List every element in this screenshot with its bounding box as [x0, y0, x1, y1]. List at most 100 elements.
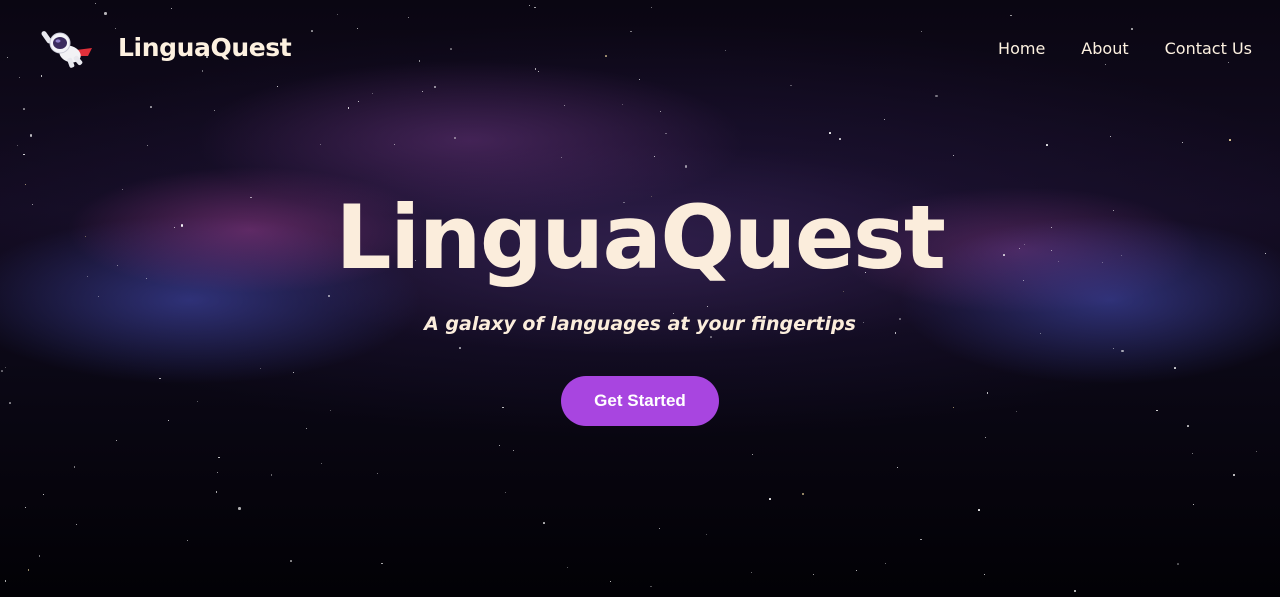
star: [665, 132, 667, 135]
star: [168, 420, 170, 422]
star: [953, 407, 955, 409]
star: [843, 291, 845, 293]
star: [319, 143, 322, 146]
nav-contact-link[interactable]: Contact Us: [1165, 39, 1252, 58]
star: [706, 533, 708, 535]
star: [358, 101, 360, 103]
star: [609, 580, 611, 582]
star: [459, 347, 461, 349]
star: [8, 402, 11, 405]
star: [293, 372, 295, 374]
star: [27, 568, 30, 571]
star: [453, 136, 457, 140]
star: [216, 472, 218, 473]
star: [1256, 450, 1258, 452]
star: [750, 572, 752, 574]
star: [884, 119, 886, 121]
star: [218, 456, 220, 459]
star: [769, 498, 772, 500]
star: [17, 145, 19, 147]
star: [306, 428, 308, 430]
astronaut-icon[interactable]: [38, 26, 92, 72]
star: [147, 144, 149, 146]
star: [43, 493, 45, 495]
star: [855, 569, 857, 571]
star: [24, 183, 26, 185]
star: [38, 555, 41, 557]
star: [150, 106, 152, 108]
star: [238, 507, 241, 510]
star: [985, 436, 987, 438]
star: [983, 574, 985, 576]
star: [381, 562, 383, 565]
hero-title: LinguaQuest: [335, 186, 947, 289]
star: [4, 580, 7, 582]
star: [542, 522, 545, 524]
star: [839, 138, 841, 140]
star: [566, 566, 569, 569]
star: [978, 509, 980, 511]
star: [1113, 348, 1115, 350]
star: [23, 153, 25, 156]
star: [829, 132, 831, 135]
star: [97, 295, 99, 297]
star: [290, 560, 292, 562]
hero-page: LinguaQuest Home About Contact Us Lingua…: [0, 0, 1280, 597]
star: [801, 492, 805, 496]
star: [320, 463, 322, 465]
star: [813, 573, 815, 575]
star: [1191, 452, 1194, 455]
star: [25, 507, 27, 509]
site-header: LinguaQuest Home About Contact Us: [0, 0, 1280, 100]
star: [502, 406, 504, 409]
star: [1232, 473, 1236, 477]
star: [1181, 141, 1184, 144]
star: [896, 466, 898, 468]
nav-home-link[interactable]: Home: [998, 39, 1045, 58]
star: [564, 104, 566, 106]
star: [186, 539, 188, 541]
star: [512, 450, 514, 452]
star: [215, 491, 218, 493]
star: [653, 155, 656, 158]
star: [347, 106, 350, 109]
star: [196, 401, 198, 403]
star: [327, 294, 331, 297]
star: [884, 562, 886, 564]
star: [29, 134, 33, 137]
star: [986, 391, 989, 394]
star: [1177, 563, 1179, 565]
main-nav: Home About Contact Us: [998, 39, 1252, 58]
star: [499, 445, 501, 447]
star: [73, 466, 76, 468]
star: [1015, 410, 1017, 412]
star: [660, 110, 662, 112]
hero-subtitle: A galaxy of languages at your fingertips: [424, 313, 856, 335]
star: [1193, 504, 1195, 506]
star: [1073, 589, 1077, 593]
star: [1046, 144, 1049, 146]
star: [329, 409, 332, 412]
star: [377, 472, 379, 474]
star: [4, 367, 6, 369]
star: [23, 108, 25, 110]
nav-about-link[interactable]: About: [1081, 39, 1128, 58]
get-started-button[interactable]: Get Started: [561, 376, 719, 426]
star: [1109, 136, 1111, 138]
star: [159, 377, 162, 380]
star: [659, 528, 661, 530]
star: [920, 538, 922, 541]
star: [394, 143, 396, 145]
star: [1229, 139, 1231, 142]
star: [1187, 425, 1189, 427]
star: [504, 492, 506, 494]
star: [214, 110, 215, 112]
star: [952, 154, 954, 156]
star: [1, 370, 3, 372]
brand-name[interactable]: LinguaQuest: [118, 33, 292, 62]
star: [76, 524, 78, 526]
star: [1174, 367, 1176, 369]
star: [707, 305, 709, 307]
star: [649, 585, 652, 588]
star: [621, 104, 623, 106]
